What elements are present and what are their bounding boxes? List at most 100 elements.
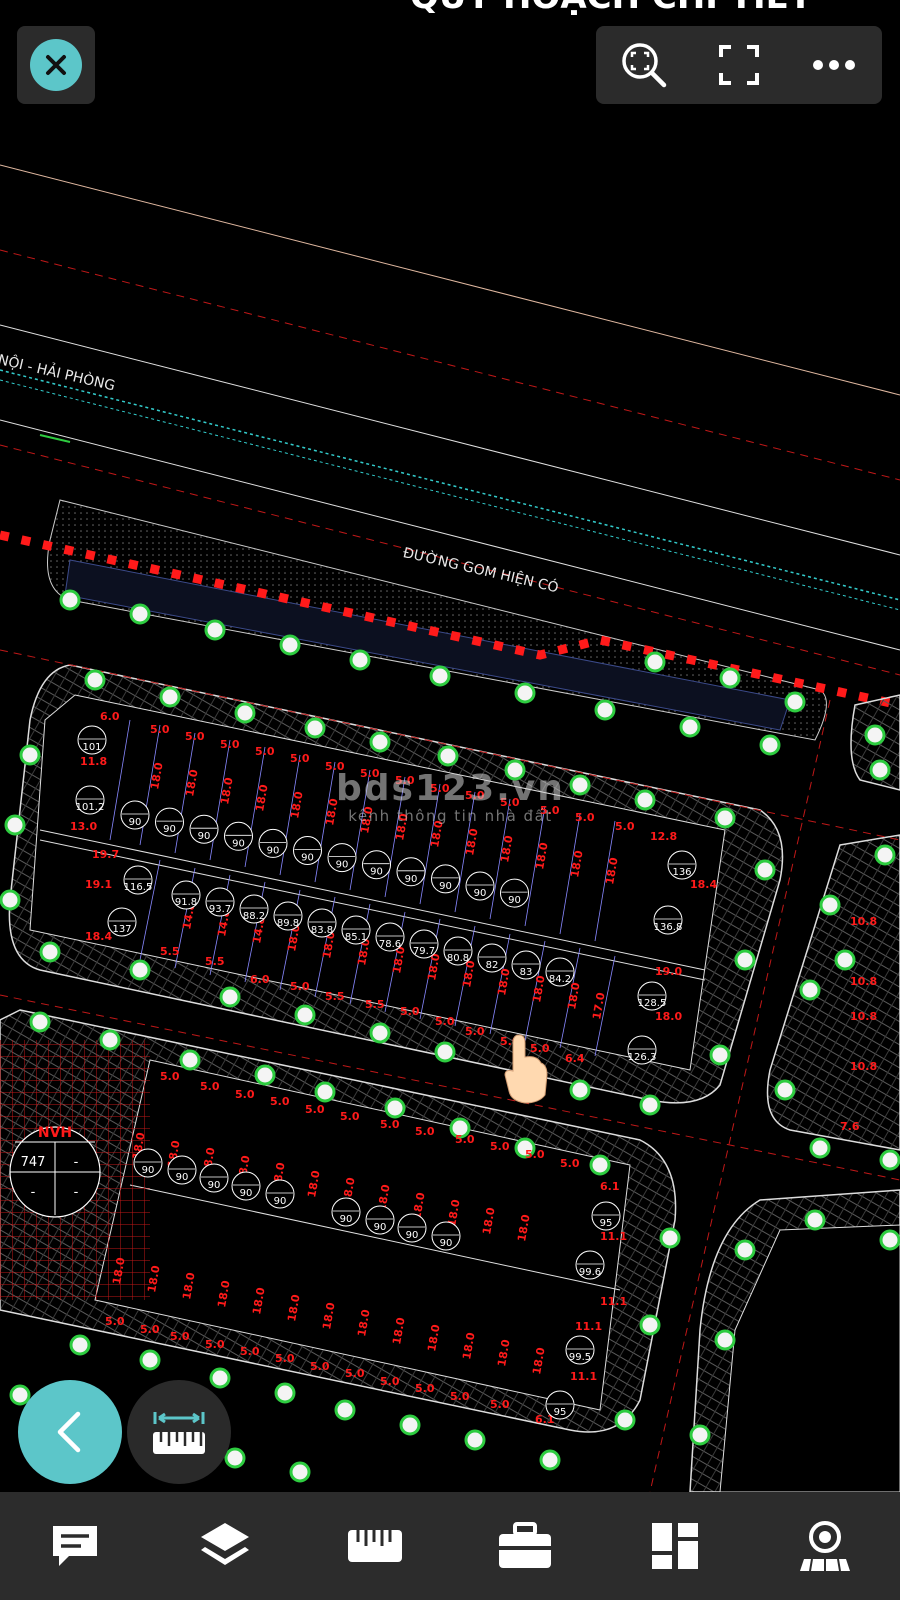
lot-marker: 116.5 bbox=[123, 865, 153, 895]
lot-area: 90 bbox=[129, 817, 142, 828]
toolbox-button[interactable] bbox=[490, 1511, 560, 1581]
svg-text:5.0: 5.0 bbox=[105, 1315, 125, 1328]
svg-text:5.0: 5.0 bbox=[290, 980, 310, 993]
watermark-title: bds123.vn bbox=[336, 768, 565, 809]
svg-text:5.0: 5.0 bbox=[575, 811, 595, 824]
svg-text:5.0: 5.0 bbox=[140, 1323, 160, 1336]
lot-marker: 101 bbox=[77, 725, 107, 755]
svg-text:5.0: 5.0 bbox=[275, 1352, 295, 1365]
lot-marker: 90 bbox=[133, 1148, 163, 1178]
toolbox-icon bbox=[499, 1522, 551, 1568]
svg-text:5.0: 5.0 bbox=[340, 1110, 360, 1123]
comment-button[interactable] bbox=[40, 1511, 110, 1581]
lot-area: 91.8 bbox=[175, 897, 197, 908]
lot-area: 78.6 bbox=[379, 939, 401, 950]
lot-area: 90 bbox=[439, 881, 452, 892]
lot-area: 93.7 bbox=[209, 904, 231, 915]
svg-text:5.0: 5.0 bbox=[525, 1148, 545, 1161]
svg-text:5.0: 5.0 bbox=[290, 752, 310, 765]
lot-area: 90 bbox=[301, 853, 314, 864]
lot-marker: 90 bbox=[120, 800, 150, 830]
svg-text:10.8: 10.8 bbox=[850, 975, 877, 988]
svg-text:19.1: 19.1 bbox=[85, 878, 112, 891]
ruler-button[interactable] bbox=[340, 1511, 410, 1581]
svg-text:5.0: 5.0 bbox=[150, 723, 170, 736]
svg-text:10.8: 10.8 bbox=[850, 915, 877, 928]
zoom-region-button[interactable] bbox=[616, 37, 672, 93]
lot-area: 126.3 bbox=[628, 1052, 657, 1063]
svg-text:18.0: 18.0 bbox=[655, 1010, 682, 1023]
svg-text:11.1: 11.1 bbox=[600, 1295, 627, 1308]
lot-marker: 90 bbox=[362, 850, 391, 880]
back-button[interactable] bbox=[18, 1380, 122, 1484]
svg-text:11.1: 11.1 bbox=[570, 1370, 597, 1383]
svg-text:5.0: 5.0 bbox=[170, 1330, 190, 1343]
svg-text:5.0: 5.0 bbox=[415, 1382, 435, 1395]
location-view-button[interactable] bbox=[790, 1511, 860, 1581]
lot-marker: 90 bbox=[331, 1197, 361, 1227]
lot-area: 99.6 bbox=[579, 1267, 601, 1278]
lot-area: 90 bbox=[374, 1222, 387, 1233]
measure-button[interactable] bbox=[127, 1380, 231, 1484]
lot-marker: 128.5 bbox=[637, 981, 667, 1011]
svg-text:5.0: 5.0 bbox=[530, 1042, 550, 1055]
lot-marker: 137 bbox=[107, 907, 137, 937]
svg-text:13.0: 13.0 bbox=[70, 820, 97, 833]
layers-button[interactable] bbox=[190, 1511, 260, 1581]
lot-area: 90 bbox=[142, 1165, 155, 1176]
lot-marker: 95 bbox=[591, 1201, 621, 1231]
svg-text:5.0: 5.0 bbox=[185, 730, 205, 743]
lot-area: 136.8 bbox=[654, 922, 683, 933]
lot-marker: 126.3 bbox=[627, 1035, 657, 1065]
dashboard-button[interactable] bbox=[640, 1511, 710, 1581]
lot-marker: 84.2 bbox=[545, 957, 575, 987]
lot-area: 90 bbox=[405, 874, 418, 885]
lot-area: 101.2 bbox=[76, 802, 105, 813]
lot-marker: 88.2 bbox=[239, 894, 269, 924]
lot-marker: 91.8 bbox=[171, 880, 201, 910]
lot-area: 101 bbox=[82, 742, 101, 753]
lot-area: 83.8 bbox=[311, 925, 333, 936]
svg-text:6.0: 6.0 bbox=[100, 710, 120, 723]
svg-text:5.0: 5.0 bbox=[310, 1360, 330, 1373]
svg-text:19.0: 19.0 bbox=[655, 965, 682, 978]
lot-marker: 90 bbox=[224, 821, 253, 851]
lot-area: 128.5 bbox=[638, 998, 667, 1009]
lot-area: 90 bbox=[336, 860, 349, 871]
lot-marker: 79.7 bbox=[409, 929, 439, 959]
fullscreen-button[interactable] bbox=[711, 37, 767, 93]
lot-marker: 90 bbox=[327, 843, 357, 873]
svg-text:5.0: 5.0 bbox=[305, 1103, 325, 1116]
lot-area: 90 bbox=[208, 1180, 221, 1191]
svg-text:6.1: 6.1 bbox=[600, 1180, 620, 1193]
lot-area: 95 bbox=[554, 1407, 567, 1418]
ruler-measure-icon bbox=[153, 1412, 205, 1454]
lot-marker: 89.8 bbox=[273, 901, 303, 931]
svg-text:5.0: 5.0 bbox=[490, 1398, 510, 1411]
lot-marker: 90 bbox=[265, 1179, 295, 1209]
close-button[interactable] bbox=[30, 39, 82, 91]
lot-marker: 99.6 bbox=[575, 1250, 605, 1280]
lot-marker: 80.8 bbox=[443, 936, 473, 966]
lot-area: 90 bbox=[240, 1188, 253, 1199]
svg-text:5.5: 5.5 bbox=[205, 955, 225, 968]
nvh-dash: - bbox=[74, 1185, 79, 1200]
lot-area: 79.7 bbox=[413, 946, 435, 957]
lot-area: 90 bbox=[508, 895, 521, 906]
lot-area: 83 bbox=[520, 967, 533, 978]
cad-drawing-canvas[interactable]: 6.0 5.0 5.0 5.0 5.0 5.0 5.0 5.0 5.0 5.0 5.0 5.0 … bbox=[0, 0, 900, 1492]
lot-area: 90 bbox=[274, 1196, 287, 1207]
nvh-label: NVH bbox=[38, 1125, 72, 1141]
lot-marker: 90 bbox=[199, 1163, 229, 1193]
watermark-subtitle: kênh thông tin nhà đất bbox=[348, 807, 553, 825]
svg-text:5.0: 5.0 bbox=[490, 1140, 510, 1153]
svg-text:5.0: 5.0 bbox=[455, 1133, 475, 1146]
dashboard-icon bbox=[652, 1523, 698, 1569]
svg-text:5.0: 5.0 bbox=[200, 1080, 220, 1093]
location-view-icon bbox=[800, 1521, 850, 1572]
ruler-icon bbox=[348, 1530, 402, 1562]
lot-marker: 90 bbox=[155, 807, 184, 837]
lot-area: 89.8 bbox=[277, 918, 299, 929]
more-button[interactable] bbox=[806, 37, 862, 93]
svg-text:5.0: 5.0 bbox=[255, 745, 275, 758]
